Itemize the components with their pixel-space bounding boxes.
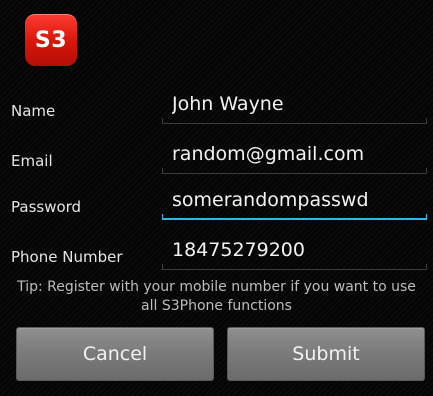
name-label: Name [11,102,56,120]
name-row: Name [0,84,433,130]
cancel-button[interactable]: Cancel [16,327,214,381]
email-underline [162,173,427,174]
name-input[interactable] [172,88,422,120]
phone-underline-tick-right [426,264,427,270]
register-screen: S3 Name Email Password Phone Number [0,0,433,396]
email-row: Email [0,134,433,180]
phone-input[interactable] [172,234,422,266]
logo-text: S3 [34,27,68,53]
password-input[interactable] [172,184,422,216]
password-row: Password [0,180,433,226]
name-field-container [162,84,427,124]
password-underline-tick-left [162,214,163,220]
name-underline-tick-right [426,118,427,124]
phone-field-container [162,230,427,270]
email-input[interactable] [172,138,422,170]
password-field-container [162,180,427,220]
email-label: Email [11,152,53,170]
submit-button[interactable]: Submit [227,327,425,381]
phone-row: Phone Number [0,230,433,276]
s3-app-logo: S3 [25,14,77,66]
tip-line-2: all S3Phone functions [141,298,292,314]
phone-label: Phone Number [11,248,123,266]
name-underline [162,123,427,124]
registration-tip: Tip: Register with your mobile number if… [0,278,433,316]
email-underline-tick-left [162,168,163,174]
phone-underline [162,269,427,270]
password-underline [162,218,427,220]
password-label: Password [11,198,82,216]
name-underline-tick-left [162,118,163,124]
email-underline-tick-right [426,168,427,174]
phone-underline-tick-left [162,264,163,270]
password-underline-tick-right [426,214,427,220]
tip-line-1: Tip: Register with your mobile number if… [17,279,416,295]
email-field-container [162,134,427,174]
